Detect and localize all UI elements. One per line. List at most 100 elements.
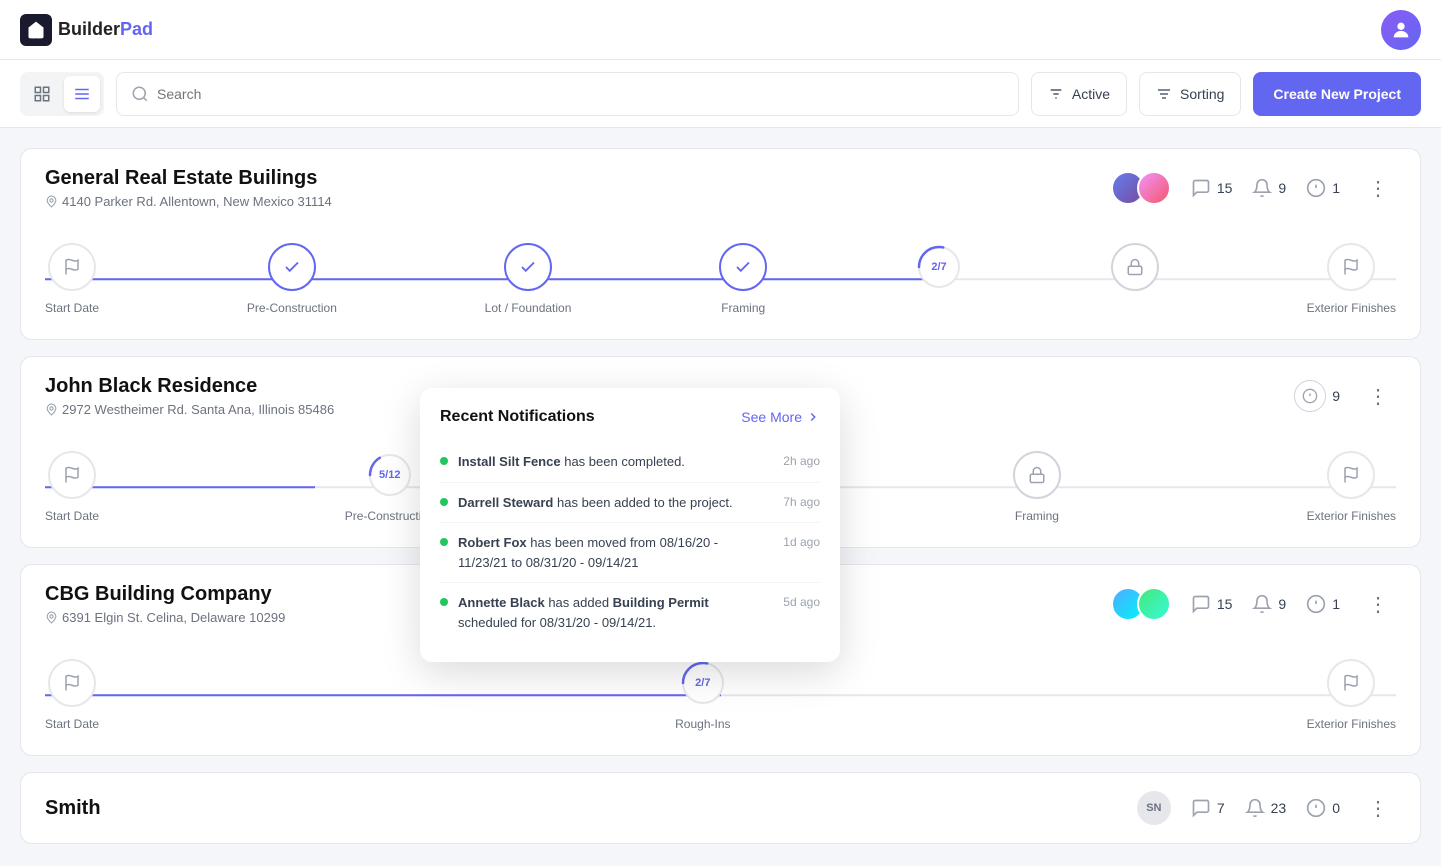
avatar bbox=[1137, 587, 1171, 621]
filter-icon bbox=[1048, 86, 1064, 102]
notifications-count-smith: 23 bbox=[1271, 800, 1287, 816]
user-avatar[interactable] bbox=[1381, 10, 1421, 50]
comments-stat-smith: 7 bbox=[1191, 798, 1225, 818]
see-more-button[interactable]: See More bbox=[741, 409, 820, 425]
alert-icon bbox=[1306, 798, 1326, 818]
grid-view-button[interactable] bbox=[24, 76, 60, 112]
step-label-lot-foundation: Lot / Foundation bbox=[485, 301, 572, 315]
notif-bold-2: Darrell Steward bbox=[458, 495, 553, 510]
location-icon bbox=[45, 195, 58, 208]
comments-count: 15 bbox=[1217, 180, 1233, 196]
project-header-right-smith: SN 7 23 0 bbox=[1137, 791, 1396, 825]
alert-icon bbox=[1306, 594, 1326, 614]
check-icon bbox=[519, 258, 537, 276]
progress-ring-cbg: 2/7 bbox=[679, 659, 727, 707]
project-header-right: 15 9 1 ⋮ bbox=[1111, 171, 1396, 205]
step-start-date: Start Date bbox=[45, 243, 99, 315]
step-start-cbg: Start Date bbox=[45, 659, 99, 731]
notif-time-3: 1d ago bbox=[771, 533, 820, 572]
location-icon bbox=[45, 611, 58, 624]
project-timeline: Start Date Pre-Construction bbox=[21, 227, 1420, 339]
bell-icon bbox=[1252, 178, 1272, 198]
alerts-count-smith: 0 bbox=[1332, 800, 1340, 816]
notification-item-1: Install Silt Fence has been completed. 2… bbox=[440, 442, 820, 483]
bell-icon bbox=[1252, 594, 1272, 614]
project-more-button-john[interactable]: ⋮ bbox=[1360, 380, 1396, 413]
comments-stat-cbg: 15 bbox=[1191, 594, 1233, 614]
project-name-smith: Smith bbox=[45, 797, 101, 820]
list-view-button[interactable] bbox=[64, 76, 100, 112]
notification-dot bbox=[440, 498, 448, 506]
step-circle-exterior-cbg bbox=[1327, 659, 1375, 707]
step-lot-foundation: Lot / Foundation bbox=[485, 243, 572, 315]
project-info: General Real Estate Builings 4140 Parker… bbox=[45, 167, 332, 209]
step-exterior-cbg: Exterior Finishes bbox=[1307, 659, 1396, 731]
create-project-button[interactable]: Create New Project bbox=[1253, 72, 1421, 116]
step-start-john: Start Date bbox=[45, 451, 99, 523]
project-card-general-real-estate: General Real Estate Builings 4140 Parker… bbox=[20, 148, 1421, 340]
timeline-steps: Start Date Pre-Construction bbox=[45, 243, 1396, 315]
notif-bold-1: Install Silt Fence bbox=[458, 454, 561, 469]
avatar bbox=[1137, 171, 1171, 205]
project-more-button-cbg[interactable]: ⋮ bbox=[1360, 588, 1396, 621]
step-framing: Framing bbox=[719, 243, 767, 315]
search-icon bbox=[131, 85, 149, 103]
notification-title: Recent Notifications bbox=[440, 408, 595, 426]
avatar-group-cbg bbox=[1111, 587, 1171, 621]
step-circle-exterior bbox=[1327, 243, 1375, 291]
toolbar: Active Sorting Create New Project bbox=[0, 60, 1441, 128]
notification-item-2: Darrell Steward has been added to the pr… bbox=[440, 483, 820, 524]
project-name-cbg: CBG Building Company bbox=[45, 583, 285, 606]
step-label-framing: Framing bbox=[721, 301, 765, 315]
alerts-count-cbg: 1 bbox=[1332, 596, 1340, 612]
project-header-right-cbg: 15 9 1 ⋮ bbox=[1111, 587, 1396, 621]
timeline-steps-cbg: Start Date 2/7 Rough-Ins bbox=[45, 659, 1396, 731]
notif-time-4: 5d ago bbox=[771, 593, 820, 632]
search-bar bbox=[116, 72, 1019, 116]
project-more-button-smith[interactable]: ⋮ bbox=[1360, 792, 1396, 825]
step-label-start: Start Date bbox=[45, 301, 99, 315]
alert-icon bbox=[1306, 178, 1326, 198]
sorting-button[interactable]: Sorting bbox=[1139, 72, 1241, 116]
project-address: 4140 Parker Rd. Allentown, New Mexico 31… bbox=[45, 194, 332, 209]
project-address-cbg: 6391 Elgin St. Celina, Delaware 10299 bbox=[45, 610, 285, 625]
project-address-john: 2972 Westheimer Rd. Santa Ana, Illinois … bbox=[45, 402, 334, 417]
lock-icon bbox=[1028, 466, 1046, 484]
notif-text-4b: scheduled for 08/31/20 - 09/14/21. bbox=[458, 615, 656, 630]
lock-icon bbox=[1126, 258, 1144, 276]
step-label-exterior: Exterior Finishes bbox=[1307, 301, 1396, 315]
sort-icon bbox=[1156, 86, 1172, 102]
comments-count-cbg: 15 bbox=[1217, 596, 1233, 612]
logo: BuilderPad bbox=[20, 14, 153, 46]
smith-avatar: SN bbox=[1137, 791, 1171, 825]
project-info-smith: Smith bbox=[45, 797, 101, 820]
active-filter-button[interactable]: Active bbox=[1031, 72, 1127, 116]
search-input[interactable] bbox=[157, 86, 1004, 102]
progress-text-cbg: 2/7 bbox=[695, 677, 710, 689]
step-circle-start bbox=[48, 243, 96, 291]
step-circle-framing bbox=[719, 243, 767, 291]
flag-icon bbox=[1342, 466, 1360, 484]
comments-stat: 15 bbox=[1191, 178, 1233, 198]
notification-popup: Recent Notifications See More Install Si… bbox=[420, 388, 840, 662]
logo-text: BuilderPad bbox=[58, 19, 153, 40]
main-content: General Real Estate Builings 4140 Parker… bbox=[0, 128, 1441, 864]
notif-bold-4: Annette Black bbox=[458, 595, 545, 610]
top-bar: BuilderPad bbox=[0, 0, 1441, 60]
bell-icon bbox=[1245, 798, 1265, 818]
notification-dot bbox=[440, 538, 448, 546]
notif-time-1: 2h ago bbox=[771, 452, 820, 472]
project-card-smith: Smith SN 7 23 bbox=[20, 772, 1421, 844]
notif-bold-3: Robert Fox bbox=[458, 535, 527, 550]
flag-icon bbox=[1342, 258, 1360, 276]
project-header: General Real Estate Builings 4140 Parker… bbox=[21, 149, 1420, 227]
project-header-right-john: 9 ⋮ bbox=[1294, 380, 1396, 413]
step-label-pre-construction: Pre-Construction bbox=[247, 301, 337, 315]
flag-icon bbox=[63, 466, 81, 484]
step-exterior-finishes: Exterior Finishes bbox=[1307, 243, 1396, 315]
alerts-count-john: 9 bbox=[1332, 388, 1340, 404]
alerts-stat-cbg: 1 bbox=[1306, 594, 1340, 614]
project-more-button[interactable]: ⋮ bbox=[1360, 172, 1396, 205]
notification-header: Recent Notifications See More bbox=[440, 408, 820, 426]
step-circle-lot-foundation bbox=[504, 243, 552, 291]
